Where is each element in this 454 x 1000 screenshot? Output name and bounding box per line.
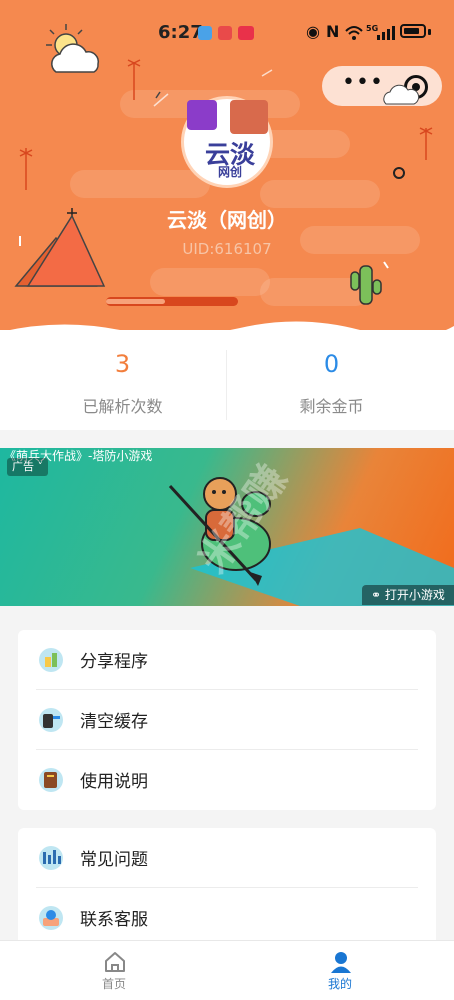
weather-app-icon (198, 26, 212, 40)
status-time: 6:27 (158, 22, 203, 43)
menu-item-clear-cache[interactable]: 清空缓存 (18, 690, 436, 750)
user-uid: UID:616107 (182, 240, 272, 258)
share-icon (39, 648, 63, 672)
battery-icon (400, 24, 426, 38)
tab-mine-label: 我的 (327, 977, 352, 991)
menu-item-contact-support[interactable]: 联系客服 (18, 888, 436, 948)
user-name: 云淡（网创） (167, 208, 287, 232)
open-minigame-label: 打开小游戏 (384, 588, 445, 602)
cloud-decoration (383, 84, 420, 105)
user-icon (331, 952, 351, 973)
level-progress-bar (106, 297, 238, 306)
avatar-badge-right (230, 100, 268, 134)
menu-item-label: 分享程序 (80, 652, 148, 672)
ad-tag-label: 广告 (12, 460, 34, 473)
menu-item-share[interactable]: 分享程序 (18, 630, 436, 690)
trash-icon (39, 708, 63, 732)
chart-question-icon (39, 846, 63, 870)
parse-count-label: 已解析次数 (82, 397, 163, 416)
chevron-down-icon: ˅ (34, 460, 43, 473)
coins-value: 0 (323, 350, 340, 378)
avatar-badge-left (187, 100, 217, 130)
tab-home-label: 首页 (101, 977, 126, 991)
notification-app-icon (218, 26, 232, 40)
news-app-icon (238, 26, 254, 40)
menu-item-label: 使用说明 (80, 772, 148, 792)
battery-cap (428, 29, 431, 35)
customer-service-icon (39, 906, 63, 930)
ad-banner[interactable]: 米帮赚 (0, 448, 454, 606)
menu-item-instructions[interactable]: 使用说明 (18, 750, 436, 810)
menu-item-label: 常见问题 (80, 850, 148, 870)
home-icon (105, 952, 125, 972)
book-icon (39, 768, 63, 792)
menu-item-label: 联系客服 (80, 910, 148, 930)
menu-item-faq[interactable]: 常见问题 (18, 828, 436, 888)
menu-item-label: 清空缓存 (80, 712, 148, 732)
tab-bar (0, 940, 454, 1000)
more-icon[interactable]: ••• (342, 70, 384, 95)
wifi-icon (345, 26, 363, 40)
parse-count-value: 3 (114, 350, 131, 378)
avatar-text-sub: 网创 (217, 165, 242, 179)
level-progress-fill (106, 299, 166, 304)
link-icon: ⚭ (371, 588, 385, 602)
coins-label: 剩余金币 (299, 397, 364, 416)
nfc-icon: N (326, 22, 340, 41)
eye-icon: ◉ (306, 22, 320, 41)
ad-tag[interactable]: 广告 ˅ (7, 458, 48, 476)
open-minigame-button[interactable]: ⚭ 打开小游戏 (362, 585, 454, 605)
signal-icon (377, 26, 395, 40)
